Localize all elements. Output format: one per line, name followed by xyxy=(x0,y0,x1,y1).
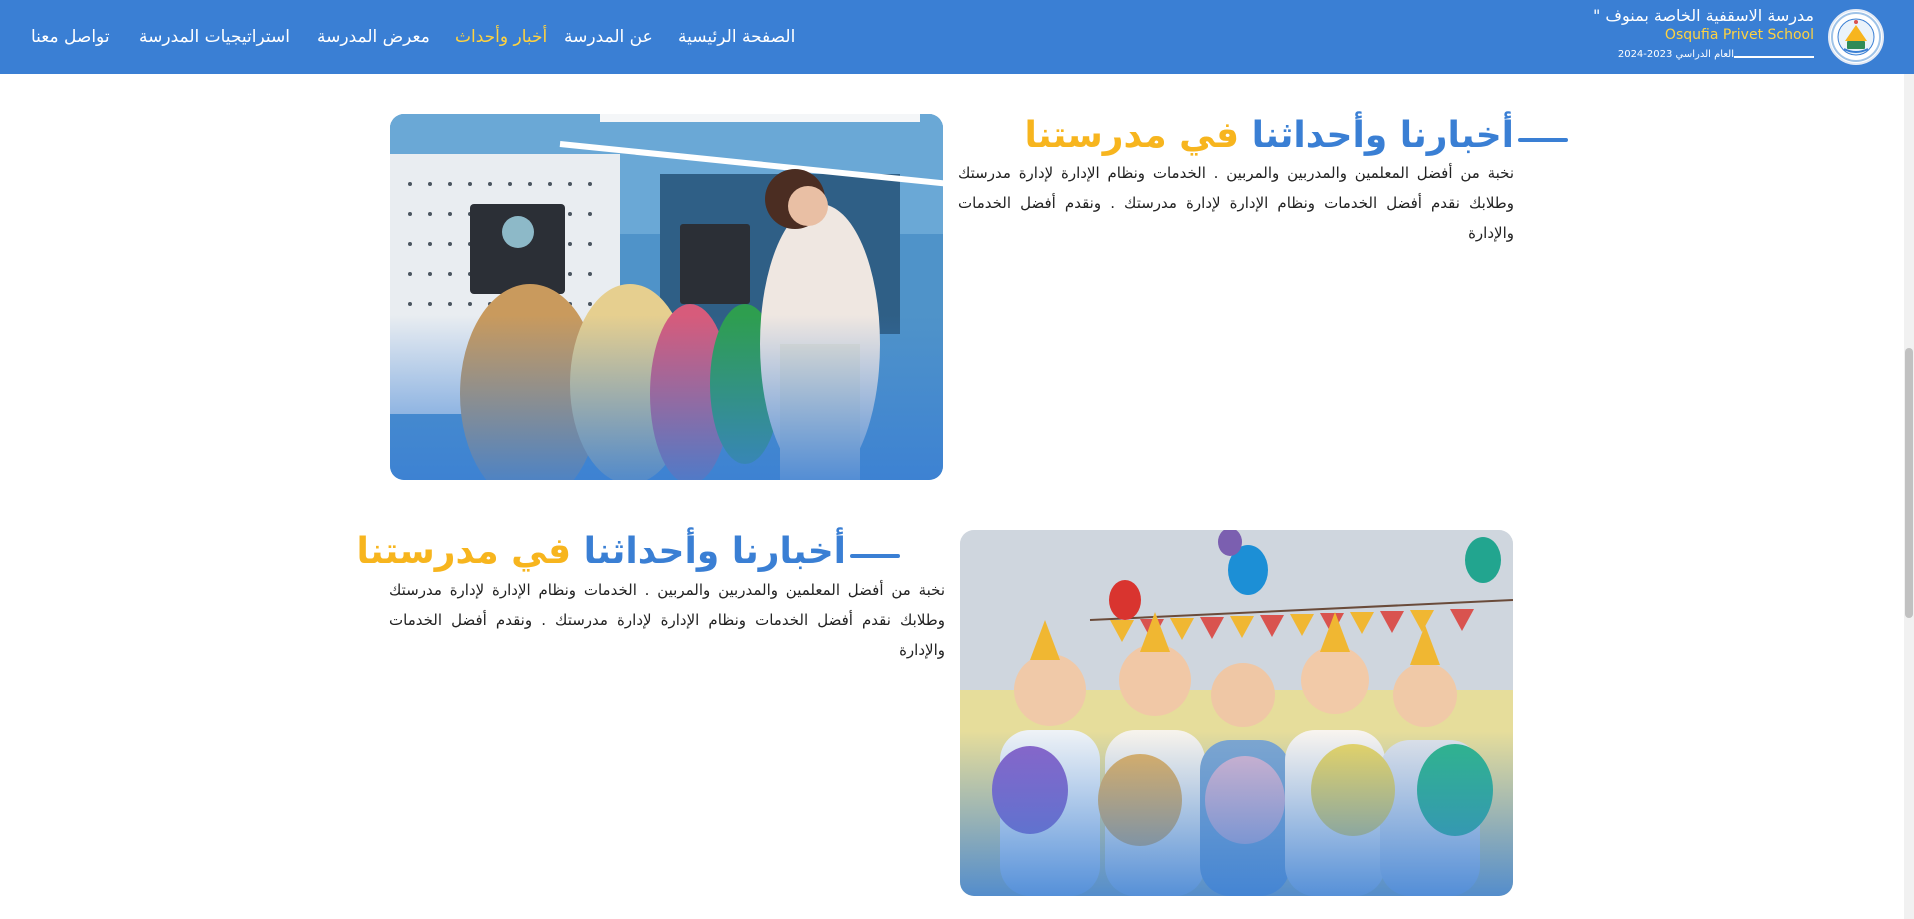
school-year-row: العام الدراسي 2023-2024 xyxy=(1534,48,1814,62)
section-title-main: أخبارنا وأحداثنا xyxy=(1239,115,1514,156)
main-nav: الصفحة الرئيسية عن المدرسة أخبار وأحداث … xyxy=(0,0,830,74)
news-photo-teacher-lab xyxy=(390,114,943,480)
top-header: الصفحة الرئيسية عن المدرسة أخبار وأحداث … xyxy=(0,0,1914,74)
photo-gradient-overlay xyxy=(390,315,943,480)
section-text: نخبة من أفضل المعلمين والمدربين والمربين… xyxy=(958,164,1514,242)
section-title: أخبارنا وأحداثنا في مدرستنا xyxy=(356,528,846,576)
news-photo-birthday-party xyxy=(960,530,1513,896)
nav-item-home[interactable]: الصفحة الرئيسية xyxy=(678,26,795,48)
scrollbar-thumb[interactable] xyxy=(1905,348,1913,618)
section-title-accent: في مدرستنا xyxy=(1024,115,1240,156)
school-name-ar: مدرسة الاسقفية الخاصة بمنوف " xyxy=(1592,6,1814,25)
section-title: أخبارنا وأحداثنا في مدرستنا xyxy=(1024,112,1514,160)
nav-item-news[interactable]: أخبار وأحداث xyxy=(455,26,547,48)
school-year-divider xyxy=(1734,56,1814,58)
nav-item-about[interactable]: عن المدرسة xyxy=(564,26,653,48)
nav-item-contact[interactable]: تواصل معنا xyxy=(31,26,110,48)
school-crest-logo-icon[interactable] xyxy=(1828,9,1884,65)
nav-item-strategies[interactable]: استراتيجيات المدرسة xyxy=(139,26,290,48)
section-title-main: أخبارنا وأحداثنا xyxy=(571,531,846,572)
section-text: نخبة من أفضل المعلمين والمدربين والمربين… xyxy=(389,581,945,659)
section-title-accent: في مدرستنا xyxy=(356,531,572,572)
section-title-rule xyxy=(1518,138,1568,142)
nav-item-gallery[interactable]: معرض المدرسة xyxy=(317,26,430,48)
page-scrollbar[interactable] xyxy=(1904,74,1914,919)
photo-gradient-overlay xyxy=(960,731,1513,896)
section-title-rule xyxy=(850,554,900,558)
brand-text: مدرسة الاسقفية الخاصة بمنوف " Osqufia Pr… xyxy=(1534,6,1814,62)
school-name-en: Osqufia Privet School xyxy=(1664,27,1814,43)
school-year: العام الدراسي 2023-2024 xyxy=(1617,49,1734,60)
